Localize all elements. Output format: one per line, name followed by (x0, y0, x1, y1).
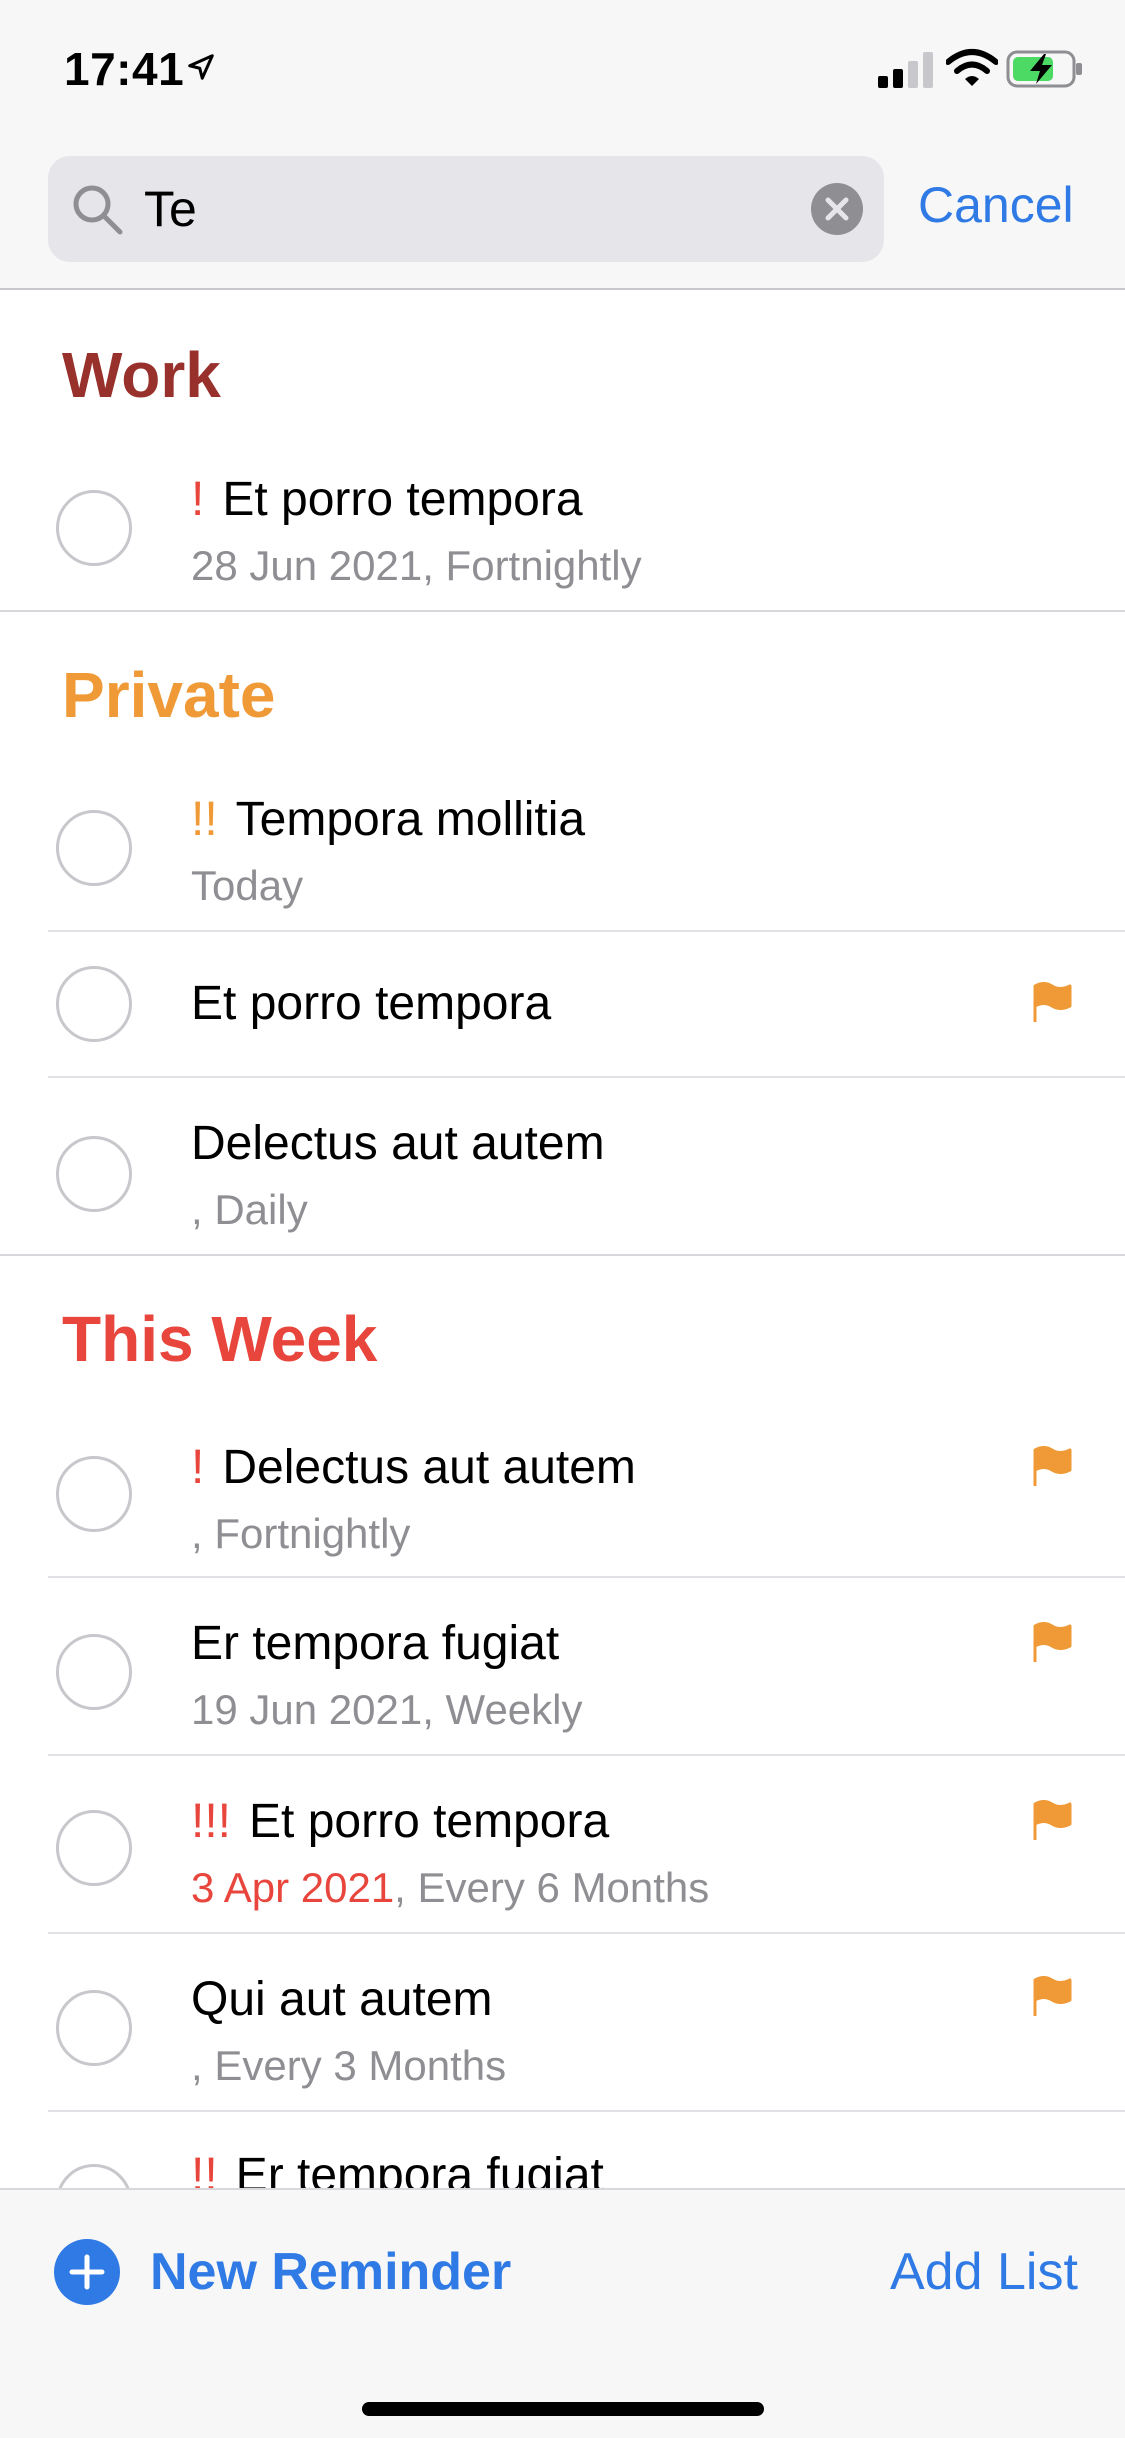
complete-checkbox[interactable] (56, 1990, 132, 2066)
complete-checkbox[interactable] (56, 810, 132, 886)
complete-checkbox[interactable] (56, 1136, 132, 1212)
reminder-title-text: Tempora mollitia (235, 793, 586, 846)
list-item: Et porro tempora (0, 932, 1125, 1076)
complete-checkbox[interactable] (56, 1456, 132, 1532)
plus-icon (69, 2254, 105, 2290)
location-arrow-icon (188, 54, 214, 80)
complete-checkbox[interactable] (56, 490, 132, 566)
reminder-repeat: , Weekly (422, 1686, 583, 1733)
reminder-date: Today (191, 862, 304, 909)
flag-icon (1033, 1446, 1072, 1486)
reminder-title[interactable]: Qui aut autem (191, 1972, 493, 2027)
status-bar: 17:41 (0, 0, 1125, 140)
flag-icon (1033, 1622, 1072, 1662)
flag-icon (1033, 1800, 1072, 1840)
priority-marker: !! (191, 793, 218, 846)
reminder-title[interactable]: ! Et porro tempora (191, 472, 583, 527)
list-item: Er tempora fugiat 19 Jun 2021, Weekly (0, 1578, 1125, 1754)
clear-search-button[interactable] (811, 183, 863, 235)
reminder-title-text: Et porro tempora (249, 1795, 610, 1848)
reminder-title[interactable]: Er tempora fugiat (191, 1616, 559, 1671)
reminder-title[interactable]: ! Delectus aut autem (191, 1440, 636, 1495)
wifi-icon (946, 49, 998, 86)
new-reminder-button[interactable]: New Reminder (150, 2242, 511, 2302)
section-title-this-week: This Week (62, 1303, 378, 1375)
reminder-title[interactable]: Delectus aut autem (191, 1116, 605, 1171)
list-item: Delectus aut autem , Daily (0, 1078, 1125, 1254)
flag-icon (1033, 982, 1072, 1022)
list-item: Qui aut autem , Every 3 Months (0, 1934, 1125, 2110)
section-title-private: Private (62, 659, 276, 731)
reminder-repeat: , Every 6 Months (394, 1864, 710, 1911)
reminder-subtitle: , Every 3 Months (191, 2042, 507, 2089)
reminder-title-text: Et porro tempora (222, 473, 583, 526)
section-divider (0, 610, 1125, 612)
search-input[interactable]: Te (144, 180, 197, 238)
priority-marker: !!! (191, 1795, 232, 1848)
reminder-title-text: Delectus aut autem (222, 1441, 636, 1494)
new-reminder-plus-button[interactable] (54, 2239, 120, 2305)
add-list-button[interactable]: Add List (890, 2242, 1078, 2302)
reminder-title[interactable]: Et porro tempora (191, 976, 551, 1031)
reminder-subtitle: 19 Jun 2021, Weekly (191, 1686, 583, 1734)
complete-checkbox[interactable] (56, 1634, 132, 1710)
reminder-subtitle: Today (191, 862, 303, 910)
reminder-date: 28 Jun 2021 (191, 542, 423, 589)
reminder-date: 19 Jun 2021 (191, 1686, 423, 1733)
search-field[interactable]: Te (48, 156, 884, 262)
home-indicator[interactable] (362, 2402, 764, 2416)
status-time: 17:41 (64, 43, 185, 95)
search-icon (73, 185, 123, 235)
reminder-subtitle: 3 Apr 2021, Every 6 Months (191, 1864, 709, 1912)
reminder-repeat: , Fortnightly (422, 542, 642, 589)
list-item: !!! Et porro tempora 3 Apr 2021, Every 6 … (0, 1756, 1125, 1932)
flag-icon (1033, 1976, 1072, 2016)
battery-charging-icon (1006, 50, 1082, 88)
list-item: !! Tempora mollitia Today (0, 780, 1125, 930)
close-icon (825, 197, 849, 221)
reminder-subtitle: , Fortnightly (191, 1510, 411, 1557)
reminder-title[interactable]: !!! Et porro tempora (191, 1794, 609, 1849)
reminder-subtitle: , Daily (191, 1186, 308, 1233)
search-bar: Te Cancel (0, 140, 1125, 290)
cancel-button[interactable]: Cancel (918, 176, 1074, 234)
complete-checkbox[interactable] (56, 1810, 132, 1886)
priority-marker: ! (191, 473, 205, 526)
list-item: ! Et porro tempora 28 Jun 2021, Fortnight… (0, 460, 1125, 610)
section-title-work: Work (62, 339, 221, 411)
cellular-signal-icon (878, 52, 933, 88)
list-item: ! Delectus aut autem , Fortnightly (0, 1424, 1125, 1574)
section-divider (0, 1254, 1125, 1256)
priority-marker: ! (191, 1441, 205, 1494)
reminder-date-overdue: 3 Apr 2021 (191, 1864, 395, 1911)
reminder-title[interactable]: !! Tempora mollitia (191, 792, 585, 847)
reminder-subtitle: 28 Jun 2021, Fortnightly (191, 542, 642, 590)
complete-checkbox[interactable] (56, 966, 132, 1042)
bottom-toolbar: New Reminder Add List (0, 2188, 1125, 2438)
